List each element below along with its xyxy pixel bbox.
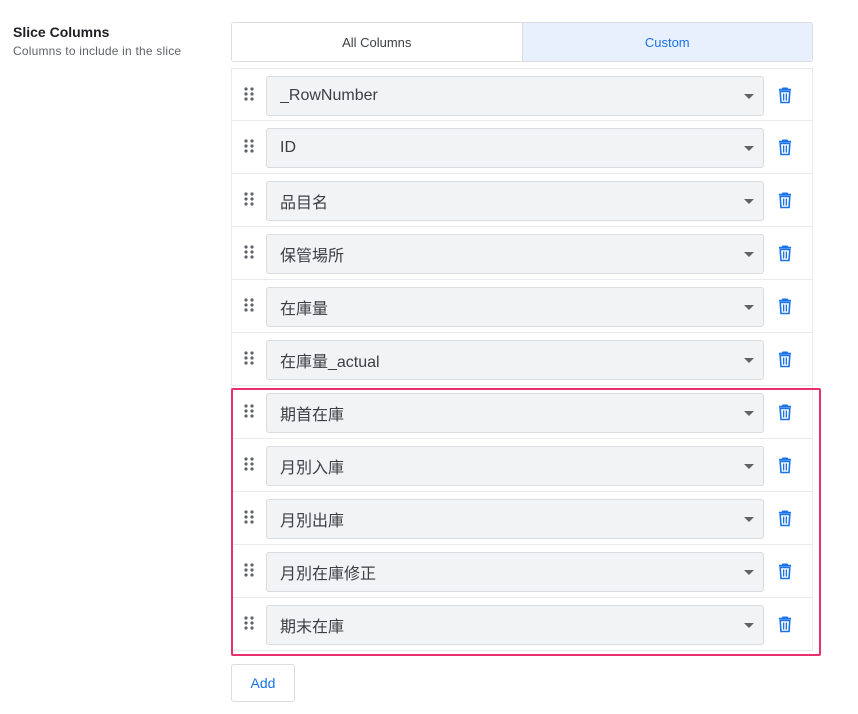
setting-label: Slice Columns Columns to include in the … — [13, 24, 213, 59]
column-select-value: 在庫量_actual — [280, 354, 380, 371]
drag-handle-icon[interactable] — [243, 509, 255, 525]
column-select[interactable]: 月別入庫 — [266, 446, 764, 486]
column-select-value: 保管場所 — [280, 248, 345, 265]
drag-handle-icon[interactable] — [243, 244, 255, 260]
column-select[interactable]: 期末在庫 — [266, 605, 764, 645]
column-select-value: 月別入庫 — [280, 460, 345, 477]
setting-title: Slice Columns — [13, 24, 110, 40]
trash-icon[interactable] — [777, 138, 793, 156]
chevron-down-icon — [744, 146, 754, 151]
chevron-down-icon — [744, 358, 754, 363]
column-select-value: 在庫量 — [280, 301, 329, 318]
trash-icon[interactable] — [777, 86, 793, 104]
chevron-down-icon — [744, 252, 754, 257]
column-row: 保管場所 — [231, 227, 813, 280]
column-select[interactable]: 在庫量_actual — [266, 340, 764, 380]
chevron-down-icon — [744, 94, 754, 99]
trash-icon[interactable] — [777, 244, 793, 262]
column-select-value: 月別出庫 — [280, 513, 345, 530]
setting-description: Columns to include in the slice — [13, 44, 182, 58]
trash-icon[interactable] — [777, 191, 793, 209]
column-row: 在庫量 — [231, 280, 813, 333]
drag-handle-icon[interactable] — [243, 191, 255, 207]
column-row: 在庫量_actual — [231, 333, 813, 386]
chevron-down-icon — [744, 305, 754, 310]
column-select-value: 月別在庫修正 — [280, 566, 377, 583]
column-select[interactable]: 在庫量 — [266, 287, 764, 327]
column-select[interactable]: ID — [266, 128, 764, 168]
trash-icon[interactable] — [777, 456, 793, 474]
column-select[interactable]: _RowNumber — [266, 76, 764, 116]
drag-handle-icon[interactable] — [243, 297, 255, 313]
slice-columns-page: Slice Columns Columns to include in the … — [0, 0, 858, 714]
trash-icon[interactable] — [777, 615, 793, 633]
column-select[interactable]: 月別在庫修正 — [266, 552, 764, 592]
chevron-down-icon — [744, 199, 754, 204]
chevron-down-icon — [744, 464, 754, 469]
column-select-value: 期末在庫 — [280, 619, 345, 636]
column-row: 期首在庫 — [231, 386, 813, 439]
chevron-down-icon — [744, 570, 754, 575]
drag-handle-icon[interactable] — [243, 138, 255, 154]
drag-handle-icon[interactable] — [243, 456, 255, 472]
column-row: _RowNumber — [231, 68, 813, 121]
drag-handle-icon[interactable] — [243, 403, 255, 419]
add-column-button[interactable]: Add — [231, 664, 295, 702]
column-select[interactable]: 保管場所 — [266, 234, 764, 274]
column-select-value: 期首在庫 — [280, 407, 345, 424]
trash-icon[interactable] — [777, 403, 793, 421]
column-select[interactable]: 期首在庫 — [266, 393, 764, 433]
column-row: 月別入庫 — [231, 439, 813, 492]
column-select[interactable]: 月別出庫 — [266, 499, 764, 539]
toggle-custom[interactable]: Custom — [521, 23, 812, 61]
toggle-all-columns[interactable]: All Columns — [232, 23, 522, 61]
trash-icon[interactable] — [777, 350, 793, 368]
drag-handle-icon[interactable] — [243, 615, 255, 631]
trash-icon[interactable] — [777, 509, 793, 527]
chevron-down-icon — [744, 517, 754, 522]
chevron-down-icon — [744, 623, 754, 628]
column-row: 月別在庫修正 — [231, 545, 813, 598]
column-row: 品目名 — [231, 174, 813, 227]
column-mode-toggle: All Columns Custom — [231, 22, 813, 62]
column-list: _RowNumber ID 品目名 保管場所 在庫量 在庫量_actual 期首… — [231, 68, 813, 651]
drag-handle-icon[interactable] — [243, 562, 255, 578]
column-select-value: _RowNumber — [280, 87, 378, 104]
column-select[interactable]: 品目名 — [266, 181, 764, 221]
trash-icon[interactable] — [777, 562, 793, 580]
column-row: 期末在庫 — [231, 598, 813, 651]
drag-handle-icon[interactable] — [243, 350, 255, 366]
column-row: ID — [231, 121, 813, 174]
drag-handle-icon[interactable] — [243, 86, 255, 102]
column-select-value: 品目名 — [280, 195, 329, 212]
chevron-down-icon — [744, 411, 754, 416]
column-row: 月別出庫 — [231, 492, 813, 545]
trash-icon[interactable] — [777, 297, 793, 315]
column-select-value: ID — [280, 139, 296, 156]
